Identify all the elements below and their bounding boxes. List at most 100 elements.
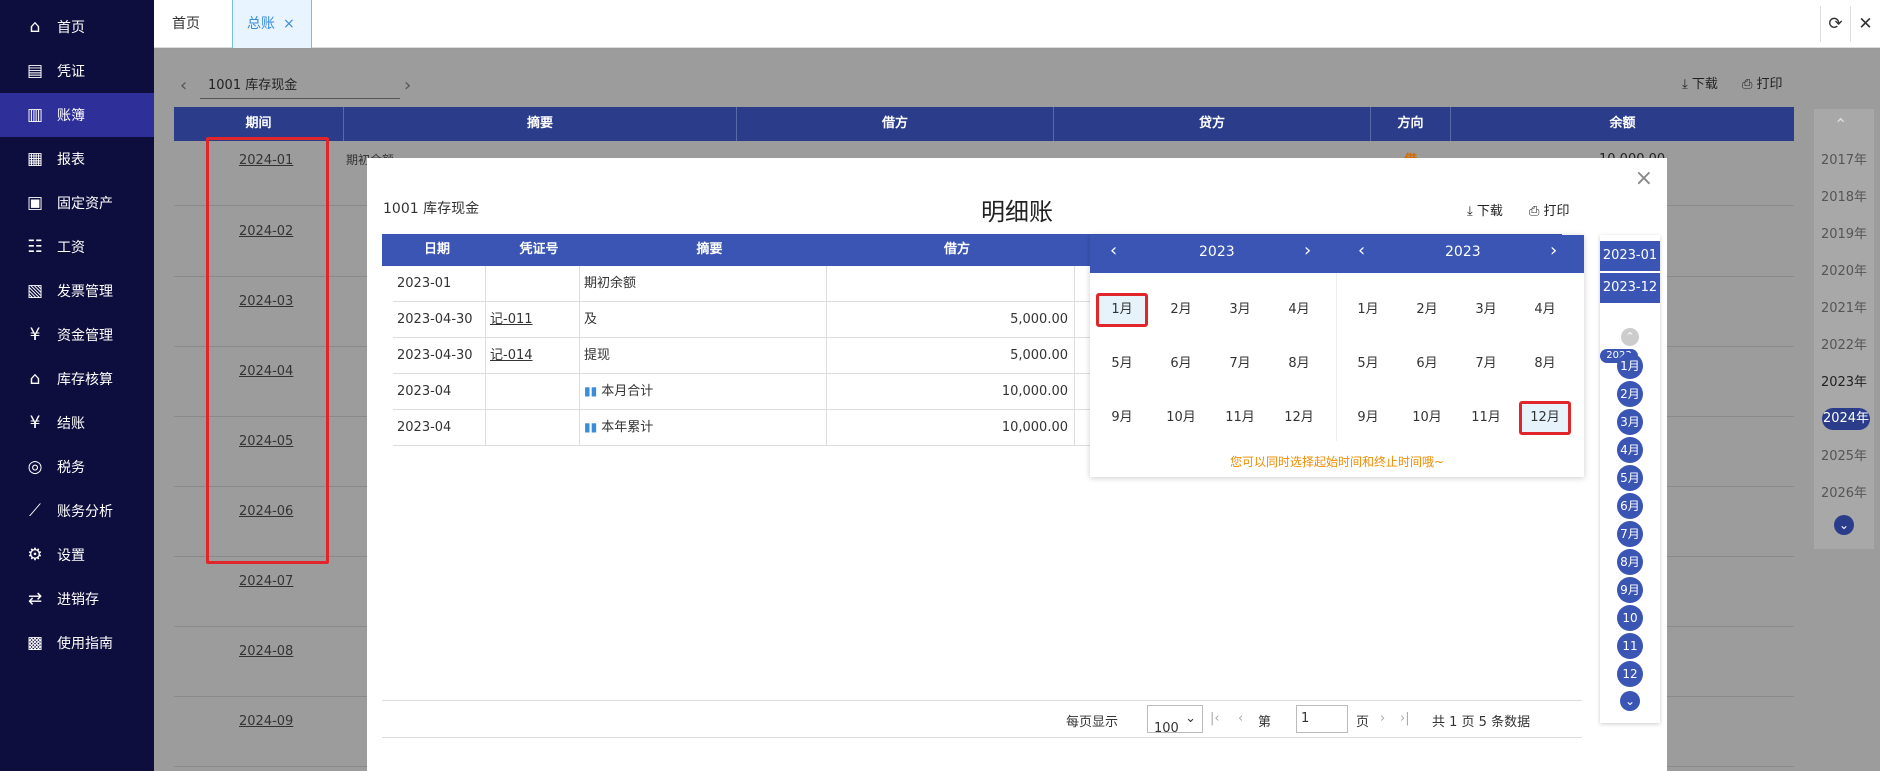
first-page-icon[interactable]: |‹ [1210, 711, 1220, 726]
tab-general-ledger[interactable]: 总账 × [232, 0, 312, 48]
next-year-icon[interactable]: › [1304, 240, 1311, 261]
month-bubble[interactable]: 6月 [1617, 493, 1643, 519]
sidebar-item[interactable]: ▥ 账簿 [0, 93, 154, 137]
month-option[interactable]: 11月 [1460, 401, 1512, 435]
sidebar-item[interactable]: ☷ 工资 [0, 225, 154, 269]
account-selector[interactable]: 1001 库存现金 [200, 73, 400, 99]
close-all-icon[interactable]: ✕ [1850, 6, 1880, 42]
month-option[interactable]: 11月 [1214, 401, 1266, 435]
next-page-icon[interactable]: › [1380, 711, 1385, 726]
month-option[interactable]: 6月 [1155, 347, 1207, 381]
sidebar-item[interactable]: ▦ 报表 [0, 137, 154, 181]
prev-year-icon[interactable]: ‹ [1358, 240, 1365, 261]
month-option[interactable]: 3月 [1214, 293, 1266, 327]
month-bubble[interactable]: 3月 [1617, 409, 1643, 435]
month-option[interactable]: 12月 [1273, 401, 1325, 435]
sidebar-item[interactable]: ⚙ 设置 [0, 533, 154, 577]
sidebar-item[interactable]: ⌂ 首页 [0, 5, 154, 49]
month-option[interactable]: 1月 [1342, 293, 1394, 327]
month-option[interactable]: 7月 [1214, 347, 1266, 381]
col-debit: 借方 [943, 242, 970, 257]
year-option[interactable]: 2025年 [1814, 445, 1874, 464]
download-button[interactable]: ⤓ 下载 [1467, 200, 1503, 219]
chevron-down-icon[interactable]: ⌄ [1834, 515, 1854, 535]
month-option[interactable]: 8月 [1273, 347, 1325, 381]
period-link[interactable]: 2024-09 [239, 714, 293, 729]
download-button[interactable]: ⤓ 下载 [1682, 73, 1718, 92]
month-option[interactable]: 4月 [1519, 293, 1571, 327]
year-option[interactable]: 2026年 [1814, 482, 1874, 501]
voucher-link[interactable]: 记-014 [490, 348, 533, 363]
year-option[interactable]: 2024年 [1822, 408, 1870, 430]
month-option[interactable]: 6月 [1401, 347, 1453, 381]
month-bubble[interactable]: 12月 [1617, 661, 1643, 707]
per-page-select[interactable]: 100 ⌄ [1147, 705, 1203, 736]
year-option[interactable]: 2019年 [1814, 223, 1874, 242]
voucher-link[interactable]: 记-011 [490, 312, 533, 327]
period-link[interactable]: 2024-07 [239, 574, 293, 589]
page-suffix: 页 [1356, 715, 1370, 730]
tab-home[interactable]: 首页 [154, 0, 218, 48]
refresh-icon[interactable]: ⟳ [1820, 6, 1850, 42]
sidebar-item[interactable]: ▣ 固定资产 [0, 181, 154, 225]
month-bubble[interactable]: 9月 [1617, 577, 1643, 603]
close-icon[interactable]: × [283, 16, 295, 32]
month-bubble[interactable]: 10月 [1617, 605, 1643, 651]
prev-year-icon[interactable]: ‹ [1110, 240, 1117, 261]
sidebar-item[interactable]: ⇄ 进销存 [0, 577, 154, 621]
month-bubble[interactable]: 8月 [1617, 549, 1643, 575]
period-link[interactable]: 2024-08 [239, 644, 293, 659]
sidebar-item[interactable]: ▩ 使用指南 [0, 621, 154, 665]
last-page-icon[interactable]: ›| [1400, 711, 1410, 726]
sidebar-item[interactable]: ¥ 资金管理 [0, 313, 154, 357]
month-option[interactable]: 9月 [1096, 401, 1148, 435]
print-button[interactable]: ⎙ 打印 [1529, 200, 1570, 219]
year-option[interactable]: 2022年 [1814, 334, 1874, 353]
sidebar-item[interactable]: ⌂ 库存核算 [0, 357, 154, 401]
prev-page-icon[interactable]: ‹ [1238, 711, 1243, 726]
sidebar-item[interactable]: ▧ 发票管理 [0, 269, 154, 313]
month-option[interactable]: 2月 [1155, 293, 1207, 327]
month-option[interactable]: 8月 [1519, 347, 1571, 381]
page-input[interactable]: 1 [1296, 705, 1348, 733]
month-bubble[interactable]: 11月 [1617, 633, 1643, 679]
sidebar-item[interactable]: ⟋ 账务分析 [0, 489, 154, 533]
sidebar-item[interactable]: ◎ 税务 [0, 445, 154, 489]
year-option[interactable]: 2023年 [1814, 371, 1874, 390]
month-option[interactable]: 3月 [1460, 293, 1512, 327]
month-bubble[interactable]: 4月 [1617, 437, 1643, 463]
sidebar-item[interactable]: ▤ 凭证 [0, 49, 154, 93]
year-option[interactable]: 2021年 [1814, 297, 1874, 316]
year-option[interactable]: 2018年 [1814, 186, 1874, 205]
month-option[interactable]: 9月 [1342, 401, 1394, 435]
month-bubble[interactable]: 7月 [1617, 521, 1643, 547]
yen-icon: ¥ [29, 325, 41, 345]
month-option[interactable]: 10月 [1155, 401, 1207, 435]
sidebar-item-label: 库存核算 [57, 372, 113, 388]
month-bubble[interactable]: 5月 [1617, 465, 1643, 491]
close-icon[interactable]: × [1635, 166, 1653, 191]
range-end[interactable]: 2023-12 [1600, 273, 1660, 303]
month-option[interactable]: 5月 [1096, 347, 1148, 381]
month-option[interactable]: 1月 [1096, 293, 1148, 327]
chevron-down-icon[interactable]: ⌄ [1620, 691, 1640, 711]
chevron-up-icon[interactable]: ⌃ [1621, 328, 1639, 346]
month-option[interactable]: 4月 [1273, 293, 1325, 327]
chevron-left-icon[interactable]: ‹ [180, 75, 187, 96]
month-bubble[interactable]: 1月 [1617, 353, 1643, 379]
month-bubble[interactable]: 2月 [1617, 381, 1643, 407]
sidebar-item[interactable]: ¥ 结账 [0, 401, 154, 445]
month-option[interactable]: 2月 [1401, 293, 1453, 327]
next-year-icon[interactable]: › [1550, 240, 1557, 261]
analysis-icon: ⟋ [29, 501, 41, 521]
chevron-right-icon[interactable]: › [404, 75, 411, 96]
month-option[interactable]: 5月 [1342, 347, 1394, 381]
month-option[interactable]: 12月 [1519, 401, 1571, 435]
year-option[interactable]: 2020年 [1814, 260, 1874, 279]
print-button[interactable]: ⎙ 打印 [1742, 73, 1783, 92]
year-option[interactable]: 2017年 [1814, 149, 1874, 168]
month-option[interactable]: 10月 [1401, 401, 1453, 435]
month-option[interactable]: 7月 [1460, 347, 1512, 381]
range-start[interactable]: 2023-01 [1600, 241, 1660, 271]
chevron-up-icon[interactable]: ⌃ [1834, 115, 1847, 134]
